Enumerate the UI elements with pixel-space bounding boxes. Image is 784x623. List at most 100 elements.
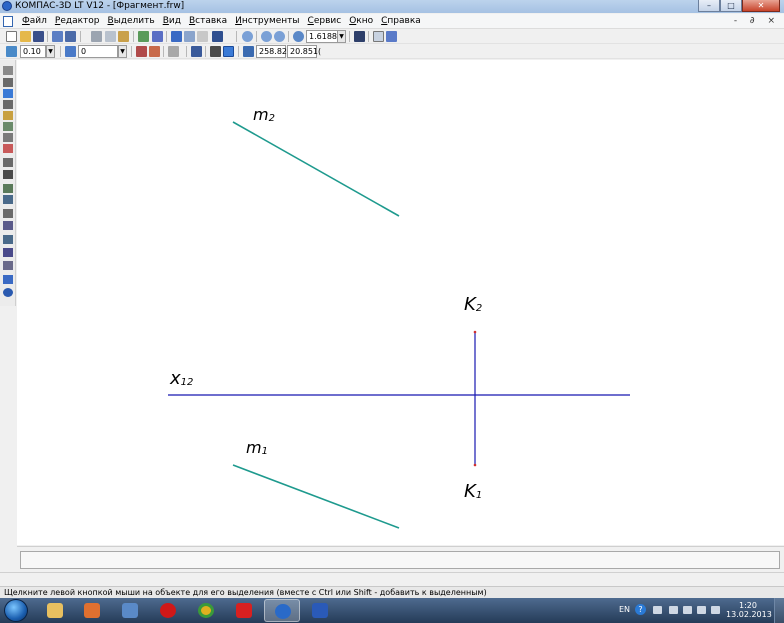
- point-k2[interactable]: [473, 330, 477, 334]
- kompas-app-icon[interactable]: [2, 1, 12, 11]
- zoom-scale-icon[interactable]: [293, 31, 304, 42]
- annotation-tool-icon[interactable]: [3, 261, 13, 270]
- menu-help[interactable]: Справка: [377, 14, 425, 29]
- arc-tool-icon[interactable]: [3, 209, 13, 218]
- flag-icon[interactable]: [683, 606, 692, 614]
- point-k1[interactable]: [473, 463, 477, 467]
- menu-window[interactable]: Окно: [345, 14, 377, 29]
- zoom-dropdown[interactable]: ▼: [337, 30, 346, 43]
- close-button[interactable]: ✕: [742, 0, 780, 12]
- menu-edit[interactable]: Редактор: [51, 14, 104, 29]
- refresh-view-icon[interactable]: [373, 31, 384, 42]
- print-icon[interactable]: [65, 31, 76, 42]
- menu-tools[interactable]: Инструменты: [231, 14, 303, 29]
- point-tool-icon[interactable]: [3, 275, 13, 284]
- ortho-mode-icon[interactable]: [210, 46, 221, 57]
- menu-service[interactable]: Сервис: [304, 14, 346, 29]
- clock[interactable]: 1:20 13.02.2013: [726, 601, 772, 619]
- zoom-out-icon[interactable]: [274, 31, 285, 42]
- paste-icon[interactable]: [118, 31, 129, 42]
- compact-panel: [0, 60, 16, 306]
- table-tool-icon[interactable]: [3, 170, 13, 179]
- segment-m1[interactable]: [232, 464, 400, 529]
- segment-m2[interactable]: [232, 121, 400, 217]
- network-icon[interactable]: [697, 606, 706, 614]
- menu-view[interactable]: Вид: [159, 14, 185, 29]
- cut-icon[interactable]: [91, 31, 102, 42]
- volume-icon[interactable]: [711, 606, 720, 614]
- text-tool-icon[interactable]: [3, 248, 13, 257]
- show-desktop-button[interactable]: [774, 598, 784, 623]
- spec-tool-icon[interactable]: [3, 158, 13, 167]
- curve-tool-icon[interactable]: [3, 221, 13, 230]
- tray-app-icon[interactable]: [669, 606, 678, 614]
- taskbar-yandex[interactable]: [226, 599, 262, 622]
- dimensions-tool-icon[interactable]: [3, 89, 13, 98]
- save-icon[interactable]: [33, 31, 44, 42]
- tray-arrow-icon[interactable]: [653, 606, 662, 614]
- taskbar-explorer[interactable]: [37, 599, 73, 622]
- properties-icon[interactable]: [138, 31, 149, 42]
- undo-icon[interactable]: [171, 31, 182, 42]
- document-window-controls[interactable]: - ∂ ×: [734, 14, 780, 29]
- select-by-attributes-icon[interactable]: [3, 144, 13, 153]
- menu-select[interactable]: Выделить: [104, 14, 159, 29]
- menu-insert[interactable]: Вставка: [185, 14, 231, 29]
- snap-icon[interactable]: [223, 46, 234, 57]
- help-pointer-icon[interactable]: [212, 31, 223, 42]
- zoom-field[interactable]: 1.6188: [306, 30, 338, 43]
- pan-icon[interactable]: [354, 31, 365, 42]
- grid-step-icon[interactable]: [6, 46, 17, 57]
- label-x12: x12: [169, 368, 193, 389]
- layer-icon[interactable]: [65, 46, 76, 57]
- taskbar-opera[interactable]: [150, 599, 186, 622]
- library-icon[interactable]: [152, 31, 163, 42]
- taskbar-media-player[interactable]: [74, 599, 110, 622]
- taskbar-chrome[interactable]: [188, 599, 224, 622]
- edit-tool-icon[interactable]: [3, 111, 13, 120]
- layer-field[interactable]: 0: [78, 45, 118, 58]
- cursor-y-field[interactable]: 20.851(: [287, 45, 321, 58]
- parametrization-tool-icon[interactable]: [3, 122, 13, 131]
- style-icon[interactable]: [136, 46, 147, 57]
- zoom-in-icon[interactable]: [261, 31, 272, 42]
- cursor-x-field[interactable]: 258.82: [256, 45, 287, 58]
- help-icon[interactable]: ?: [635, 604, 646, 615]
- properties-field[interactable]: [20, 551, 780, 569]
- redo-icon[interactable]: [184, 31, 195, 42]
- frame-tool-icon[interactable]: [3, 195, 13, 204]
- check-tool-icon[interactable]: [3, 184, 13, 193]
- layer-dropdown[interactable]: ▼: [118, 45, 127, 58]
- drawing-area[interactable]: m2 m1 K2 K1 x12: [17, 60, 784, 545]
- minimize-button[interactable]: –: [698, 0, 720, 12]
- taskbar-mail[interactable]: [112, 599, 148, 622]
- notation-tool-icon[interactable]: [3, 100, 13, 109]
- grid-icon[interactable]: [168, 46, 179, 57]
- select-tool-icon[interactable]: [3, 66, 13, 75]
- local-cs-icon[interactable]: [191, 46, 202, 57]
- grid-step-dropdown[interactable]: ▼: [46, 45, 55, 58]
- maximize-button[interactable]: □: [720, 0, 742, 12]
- grid-step-field[interactable]: 0.10: [20, 45, 46, 58]
- variables-icon[interactable]: [197, 31, 208, 42]
- system-tray: EN ? 1:20 13.02.2013: [584, 598, 784, 623]
- cursor-coords-icon[interactable]: [243, 46, 254, 57]
- center-tool-icon[interactable]: [3, 288, 13, 297]
- menu-file[interactable]: Файл: [18, 14, 51, 29]
- taskbar-kompas[interactable]: [264, 599, 300, 622]
- language-indicator[interactable]: EN: [619, 605, 630, 614]
- measure-tool-icon[interactable]: [3, 133, 13, 142]
- print-preview-icon[interactable]: [52, 31, 63, 42]
- copy-icon[interactable]: [105, 31, 116, 42]
- toolbar-separator: [47, 31, 48, 42]
- open-folder-icon[interactable]: [20, 31, 31, 42]
- new-document-icon[interactable]: [6, 31, 17, 42]
- color-icon[interactable]: [149, 46, 160, 57]
- show-all-icon[interactable]: [386, 31, 397, 42]
- geometry-tool-icon[interactable]: [3, 78, 13, 87]
- zoom-window-icon[interactable]: [242, 31, 253, 42]
- start-button[interactable]: [4, 599, 28, 622]
- document-icon[interactable]: [3, 16, 13, 27]
- hatch-tool-icon[interactable]: [3, 235, 13, 244]
- taskbar-word[interactable]: [302, 599, 338, 622]
